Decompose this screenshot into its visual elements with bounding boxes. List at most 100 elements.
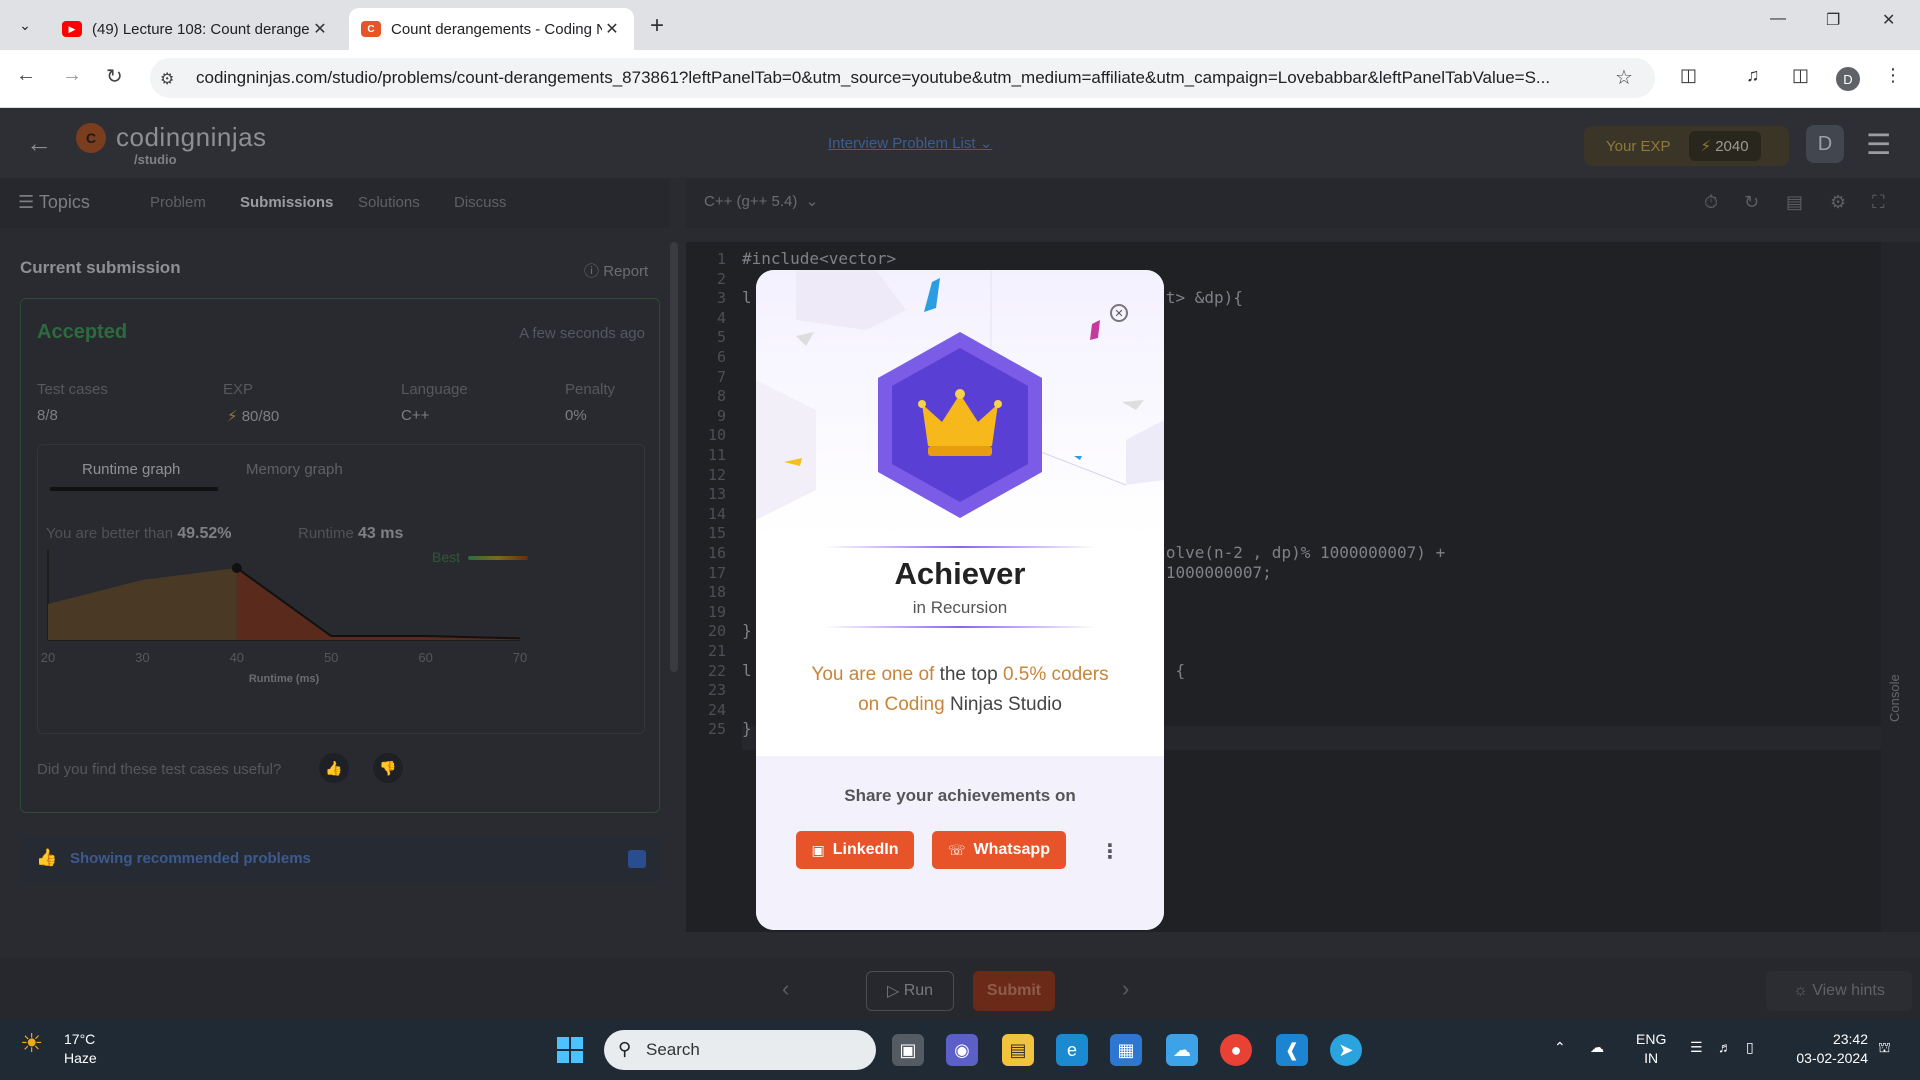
recommended-problems-bar[interactable]: 👍 Showing recommended problems [20,838,660,882]
settings-gear-icon[interactable]: ⚙ [1830,192,1846,213]
report-button[interactable]: ⓘ Report [584,260,648,281]
youtube-icon: ▶ [62,21,82,37]
browser-tab-youtube[interactable]: ▶ (49) Lecture 108: Count derangements ✕ [50,8,342,50]
stat-label: Penalty [565,381,616,398]
edge-icon[interactable]: e [1056,1034,1088,1066]
telegram-icon[interactable]: ➤ [1330,1034,1362,1066]
current-runtime-point [231,563,242,573]
tab-search-dropdown-icon[interactable]: ⌄ [10,10,40,40]
language-indicator[interactable]: ENG IN [1636,1030,1666,1068]
minimize-icon[interactable]: — [1770,10,1786,28]
next-problem-icon[interactable]: › [1122,976,1129,1002]
thumbs-down-icon[interactable]: 👎 [373,753,403,783]
submit-button[interactable]: Submit [973,971,1055,1011]
timer-icon[interactable]: ⏱ [1704,192,1718,213]
fullscreen-icon[interactable]: ⛶ [1872,192,1885,213]
battery-icon[interactable]: ▯ [1746,1038,1754,1057]
user-avatar[interactable]: D [1806,125,1844,163]
reset-icon[interactable]: ↻ [1744,192,1759,213]
line-number: 3 [716,289,726,308]
notification-bell-icon[interactable]: ⛫ [1878,1038,1891,1057]
volume-icon[interactable]: ♬ [1718,1038,1732,1057]
temperature: 17°C [64,1031,96,1047]
chrome-icon[interactable]: ● [1220,1034,1252,1066]
window-close-icon[interactable]: ✕ [1882,10,1895,30]
weather-app-icon[interactable]: ☁ [1166,1034,1198,1066]
console-toggle[interactable]: Console [1881,242,1920,932]
msg-part: Ninjas Studio [949,694,1062,715]
interview-problem-list-link[interactable]: Interview Problem List ⌄ [828,134,992,152]
clock[interactable]: 23:42 03-02-2024 [1782,1030,1868,1068]
logo-subtext: /studio [134,152,177,167]
wifi-icon[interactable]: ☰ [1690,1038,1703,1057]
run-button[interactable]: ▷ Run [866,971,954,1011]
left-panel-scrollbar[interactable] [670,242,678,672]
reload-icon[interactable]: ↻ [106,64,123,89]
bookmark-star-icon[interactable]: ☆ [1615,65,1633,90]
line-number: 11 [707,446,726,464]
menu-icon[interactable]: ☰ [1866,128,1891,161]
teams-icon[interactable]: ◉ [946,1034,978,1066]
file-explorer-icon[interactable]: ▤ [1002,1034,1034,1066]
tray-overflow-icon[interactable]: ⌃ [1554,1038,1566,1057]
more-options-icon[interactable]: ⋮ [1100,839,1120,864]
thumbs-up-icon[interactable]: 👍 [319,753,349,783]
whatsapp-share-button[interactable]: ☏ Whatsapp [932,831,1066,869]
new-tab-icon[interactable]: + [650,12,664,40]
view-hints-button[interactable]: ☼ View hints [1766,971,1912,1011]
task-view-icon[interactable]: ▣ [892,1034,924,1066]
restore-icon[interactable]: ❐ [1826,10,1840,30]
chevron-down-icon: ⌄ [805,193,819,210]
x-axis-label: Runtime (ms) [249,673,320,685]
media-control-icon[interactable]: ♫ [1746,65,1760,86]
bg-hexagon-shape [1126,420,1164,485]
stat-value-exp: ⚡ 80/80 [227,407,279,425]
close-tab-icon[interactable]: ✕ [602,19,622,39]
recommended-checkbox[interactable] [628,850,646,868]
linkedin-share-button[interactable]: ▣ LinkedIn [796,831,914,869]
tab-runtime-graph[interactable]: Runtime graph [82,461,180,478]
close-tab-icon[interactable]: ✕ [310,19,330,39]
browser-profile-avatar[interactable]: D [1836,67,1860,91]
divider [824,546,1096,548]
chrome-menu-icon[interactable]: ⋮ [1884,65,1902,86]
side-panel-icon[interactable]: ◫ [1792,65,1809,86]
current-submission-title: Current submission [20,258,181,277]
tab-discuss[interactable]: Discuss [454,194,507,211]
prev-problem-icon[interactable]: ‹ [782,976,789,1002]
line-number: 15 [707,524,726,543]
topics-button[interactable]: ☰ Topics [18,192,90,213]
windows-start-icon[interactable] [554,1034,586,1066]
code-line: } [742,621,752,641]
store-icon[interactable]: ▦ [1110,1034,1142,1066]
line-number: 12 [707,465,726,484]
tab-submissions[interactable]: Submissions [240,194,333,211]
taskbar-search-box[interactable]: ⚲ Search [604,1030,876,1070]
site-info-icon[interactable]: ⚙ [160,69,174,89]
exp-earned: 80/80 [241,408,280,425]
confetti-icon [796,332,814,346]
runtime-area-right [236,568,521,640]
search-icon: ⚲ [618,1039,632,1059]
back-arrow-icon[interactable]: ← [26,128,52,159]
forward-icon[interactable]: → [62,64,82,87]
onedrive-icon[interactable]: ☁ [1590,1038,1604,1057]
bg-hexagon-shape [796,270,906,330]
line-number: 8 [716,387,726,406]
browser-tab-codingninjas[interactable]: C Count derangements - Coding Ninjas ✕ [349,8,634,50]
exp-badge[interactable]: Your EXP ⚡ 2040 [1584,126,1789,166]
line-number: 13 [707,485,726,504]
logo-mark-icon: C [76,122,106,153]
close-modal-icon[interactable]: ✕ [1110,304,1128,322]
layout-icon[interactable]: ▤ [1786,192,1803,213]
back-icon[interactable]: ← [16,64,36,87]
tab-problem[interactable]: Problem [150,194,206,211]
codingninjas-logo[interactable]: C codingninjas [76,122,267,153]
language-select[interactable]: C++ (g++ 5.4) ⌄ [704,192,818,210]
vscode-icon[interactable]: ❰ [1276,1034,1308,1066]
tab-solutions[interactable]: Solutions [358,194,420,211]
tab-memory-graph[interactable]: Memory graph [246,461,343,478]
x-tick-label: 40 [230,650,244,665]
extensions-icon[interactable]: ◫ [1680,65,1697,86]
url-bar[interactable]: codingninjas.com/studio/problems/count-d… [150,58,1655,98]
